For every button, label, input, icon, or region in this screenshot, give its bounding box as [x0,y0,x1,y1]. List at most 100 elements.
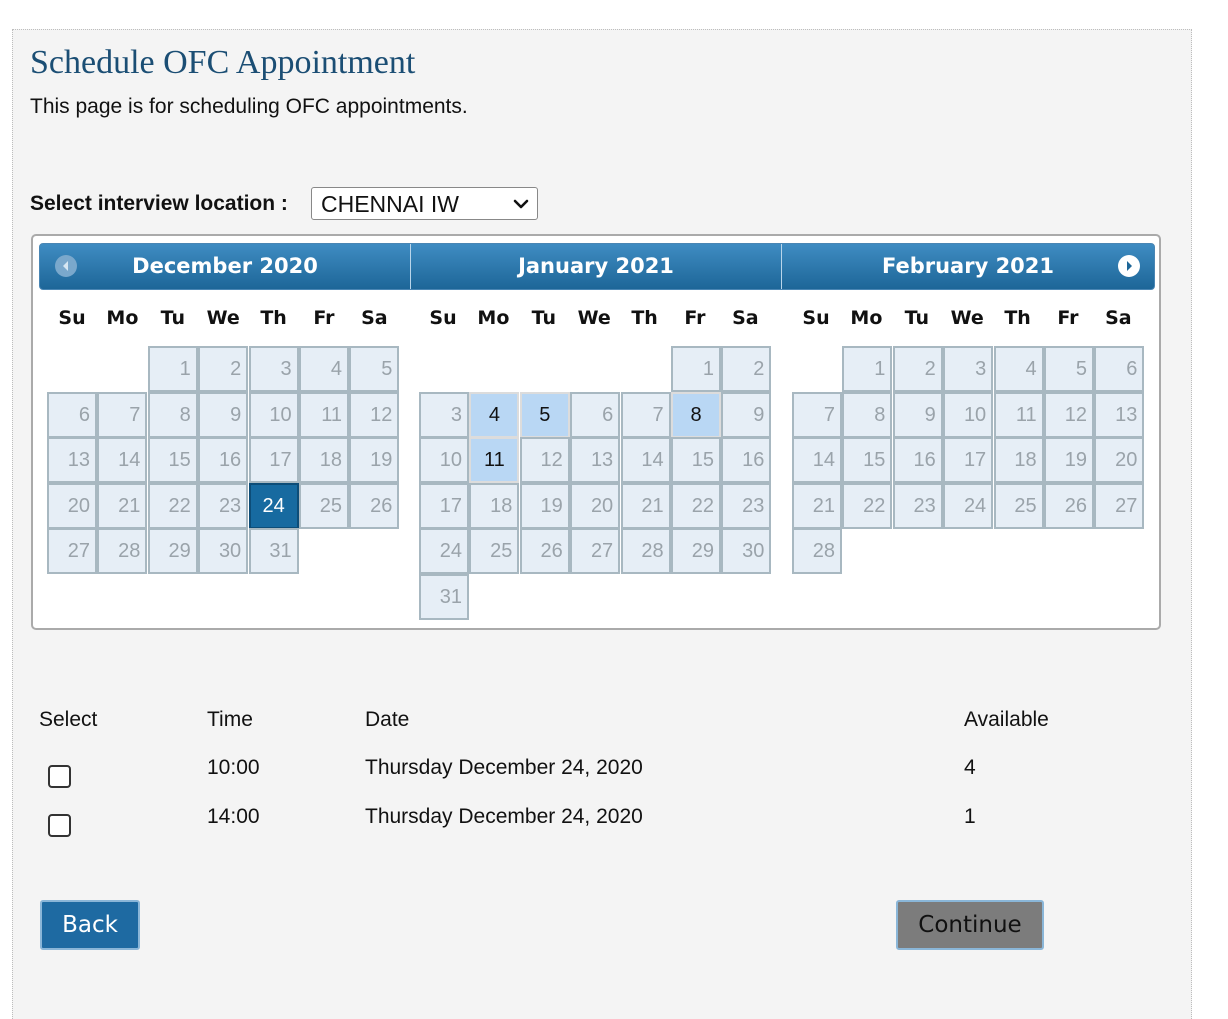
calendar-day: 28 [620,528,671,574]
calendar-day: 18 [993,437,1044,483]
weekday-header: Sa [1105,307,1132,329]
calendar-day-available[interactable]: 11 [469,437,520,483]
col-header-select: Select [39,708,98,731]
location-select[interactable]: CHENNAI IW [311,187,538,220]
calendar-day: 21 [620,482,671,529]
calendar-day: 14 [97,437,148,483]
calendar-day: 20 [1094,437,1145,483]
next-month-button[interactable] [1118,255,1140,277]
calendar-day-available[interactable]: 4 [469,391,520,438]
weekday-header: We [206,307,240,329]
calendar-day: 31 [248,528,299,574]
calendar-day: 9 [721,391,772,438]
weekday-header: Tu [531,307,556,329]
month-title-december-2020: December 2020 [132,254,318,278]
chevron-right-circle-icon [1127,261,1132,271]
calendar-day: 7 [792,391,842,438]
calendar-day: 17 [248,437,299,483]
calendar-day: 3 [943,346,994,392]
slot-date: Thursday December 24, 2020 [365,805,643,828]
calendar-day: 13 [1094,391,1145,438]
weekday-header: Mo [106,307,139,329]
calendar-day: 20 [47,482,97,529]
calendar-day: 13 [47,437,97,483]
chevron-down-icon [513,199,529,209]
page-subtitle: This page is for scheduling OFC appointm… [30,95,468,118]
calendar-day: 7 [620,391,671,438]
col-header-time: Time [207,708,253,731]
slot-checkbox[interactable] [48,814,71,837]
weekday-header: We [950,307,984,329]
calendar-day: 12 [519,437,570,483]
calendar-day: 25 [469,528,520,574]
calendar-day: 1 [671,346,721,392]
calendar-day: 16 [892,437,943,483]
calendar-day: 1 [842,346,893,392]
calendar-day: 4 [993,346,1044,392]
calendar-day: 30 [198,528,249,574]
calendar-day: 15 [842,437,893,483]
slot-time: 14:00 [207,805,260,828]
weekday-header: Tu [904,307,929,329]
calendar-day: 6 [570,391,621,438]
back-button[interactable]: Back [40,900,140,950]
calendar-day: 6 [47,391,97,438]
calendar-day: 3 [419,391,469,438]
calendar-day-selected[interactable]: 24 [248,482,299,529]
calendar-day: 12 [1044,391,1094,438]
calendar-day: 16 [198,437,249,483]
weekday-header: Su [802,307,830,329]
page-title: Schedule OFC Appointment [30,44,416,81]
calendar-day: 26 [349,482,400,529]
weekday-header: Su [58,307,86,329]
calendar-day: 15 [671,437,721,483]
calendar-day: 1 [147,346,198,392]
calendar-day: 25 [993,482,1044,529]
month-title-january-2021: January 2021 [518,254,674,278]
month-title-february-2021: February 2021 [881,254,1055,278]
datepicker-header: December 2020 January 2021 February 2021 [39,243,1155,290]
calendar-day: 23 [721,482,772,529]
calendar-day: 15 [147,437,198,483]
calendar-day: 29 [671,528,721,574]
calendar-day: 6 [1094,346,1145,392]
calendar-day-available[interactable]: 8 [671,391,721,438]
calendar-day-available[interactable]: 5 [519,391,570,438]
slot-date: Thursday December 24, 2020 [365,756,643,779]
calendar-day: 17 [419,482,469,529]
calendar-day: 28 [792,528,842,574]
weekday-header: Tu [160,307,185,329]
calendar-day: 19 [349,437,400,483]
calendar-day: 20 [570,482,621,529]
calendar-day: 27 [570,528,621,574]
calendar-day: 10 [248,391,299,438]
continue-button[interactable]: Continue [896,900,1044,950]
calendar-day: 31 [419,573,469,620]
calendar-day: 12 [349,391,400,438]
slot-available: 4 [964,756,976,779]
calendar-day: 16 [721,437,772,483]
calendar-day: 10 [943,391,994,438]
calendar-day: 2 [198,346,249,392]
calendar-day: 14 [792,437,842,483]
weekday-header: Fr [1057,307,1079,329]
datepicker: December 2020 January 2021 February 2021… [31,234,1161,630]
calendar-day: 23 [892,482,943,529]
calendar-day: 27 [47,528,97,574]
calendar-day: 22 [842,482,893,529]
calendar-day: 18 [469,482,520,529]
weekday-header: Th [260,307,287,329]
weekday-header: We [577,307,611,329]
calendar-day: 21 [97,482,148,529]
weekday-header: Th [1004,307,1031,329]
calendar-day: 18 [299,437,349,483]
weekday-header: Mo [850,307,883,329]
calendar-day: 8 [842,391,893,438]
calendar-day: 10 [419,437,469,483]
calendar-day: 21 [792,482,842,529]
calendar-day: 4 [299,346,349,392]
calendar-day: 7 [97,391,148,438]
slot-checkbox[interactable] [48,765,71,788]
weekday-header: Su [429,307,457,329]
calendar-day: 11 [993,391,1044,438]
